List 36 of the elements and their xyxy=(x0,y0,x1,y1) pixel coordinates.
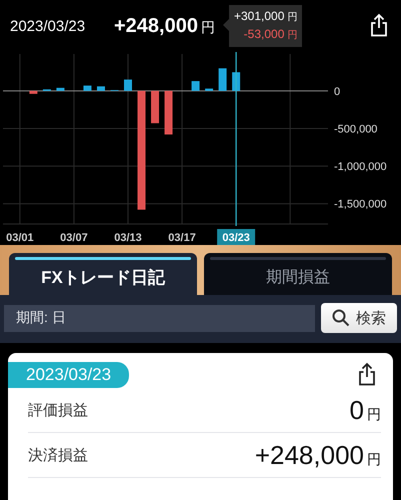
chart-bar xyxy=(56,88,64,91)
chart-bar xyxy=(83,86,92,91)
axis-label: 03/23 xyxy=(217,229,256,245)
breakdown-amount: -53,000 円 xyxy=(244,26,298,43)
row-label: 決済損益 xyxy=(28,446,88,464)
tab[interactable]: 期間損益 xyxy=(204,253,392,295)
chart-bar xyxy=(218,68,227,91)
chart-bar xyxy=(164,90,173,134)
axis-label: 0 xyxy=(334,86,340,98)
date-badge: 2023/03/23 xyxy=(8,362,130,388)
search-button[interactable]: 検索 xyxy=(321,303,397,333)
row-label: 評価損益 xyxy=(28,400,88,420)
axis-label: 03/07 xyxy=(60,232,88,244)
breakdown-amount: +301,000 円 xyxy=(234,8,298,25)
chart-bar xyxy=(29,90,38,94)
x-tick-label: 03/23 xyxy=(222,232,250,244)
axis-label: 03/13 xyxy=(114,232,142,244)
chart-bar xyxy=(96,86,105,91)
row-value: +248,000 円 xyxy=(254,440,381,470)
axis-label: -1,000,000 xyxy=(334,161,387,174)
axis-label: 03/01 xyxy=(6,232,34,244)
chart-bar xyxy=(124,80,132,91)
total-amount: +248,000 円 xyxy=(114,14,215,38)
tab[interactable]: FXトレード日記 xyxy=(9,253,197,295)
row-value: 0 円 xyxy=(350,394,381,426)
date-text: 2023/03/23 xyxy=(10,18,86,34)
axis-label: -500,000 xyxy=(334,123,378,136)
period-field[interactable]: 期間: 日 xyxy=(4,304,315,332)
chart-bar xyxy=(151,90,160,124)
share-icon xyxy=(357,362,377,386)
share-icon xyxy=(369,13,389,37)
search-icon xyxy=(332,309,350,327)
chart-bar xyxy=(205,88,214,91)
axis-label: -1,500,000 xyxy=(334,198,387,211)
axis-label: 03/17 xyxy=(168,232,196,244)
chart-bar xyxy=(192,81,200,91)
